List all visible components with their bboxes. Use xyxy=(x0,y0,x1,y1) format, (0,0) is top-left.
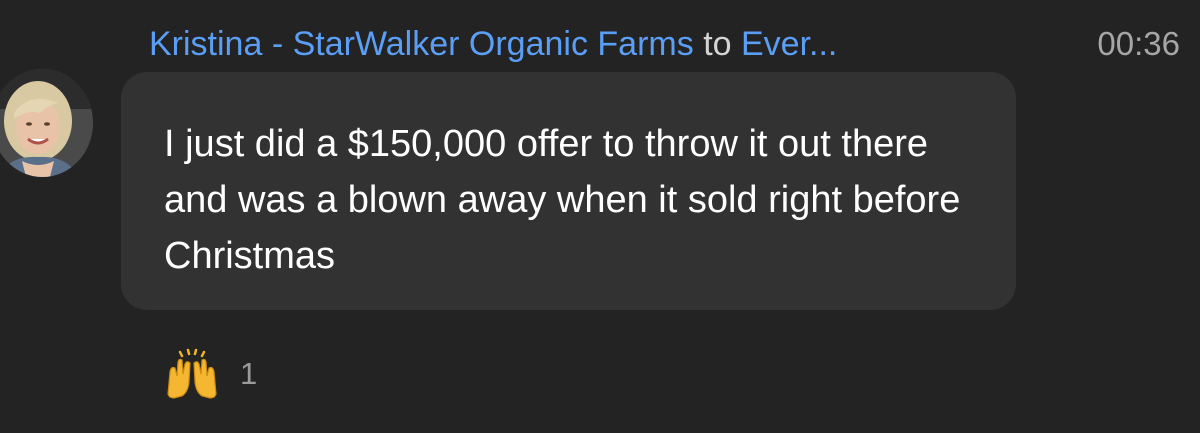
recipient-link[interactable]: Ever... xyxy=(741,25,837,63)
to-label: to xyxy=(703,25,732,63)
reaction-count: 1 xyxy=(240,356,258,391)
raising-hands-emoji-icon xyxy=(167,348,217,399)
message-text: I just did a $150,000 offer to throw it … xyxy=(164,123,961,277)
message-header: Kristina - StarWalker Organic Farms to E… xyxy=(149,22,837,66)
sender-name-link[interactable]: Kristina - StarWalker Organic Farms xyxy=(149,25,694,63)
message-bubble[interactable]: I just did a $150,000 offer to throw it … xyxy=(121,72,1016,310)
avatar-photo-icon xyxy=(0,69,93,177)
avatar[interactable] xyxy=(0,69,93,177)
message-timestamp: 00:36 xyxy=(1097,25,1180,62)
chat-message: Kristina - StarWalker Organic Farms to E… xyxy=(0,0,1200,433)
reaction-pill[interactable]: 1 xyxy=(164,348,257,400)
